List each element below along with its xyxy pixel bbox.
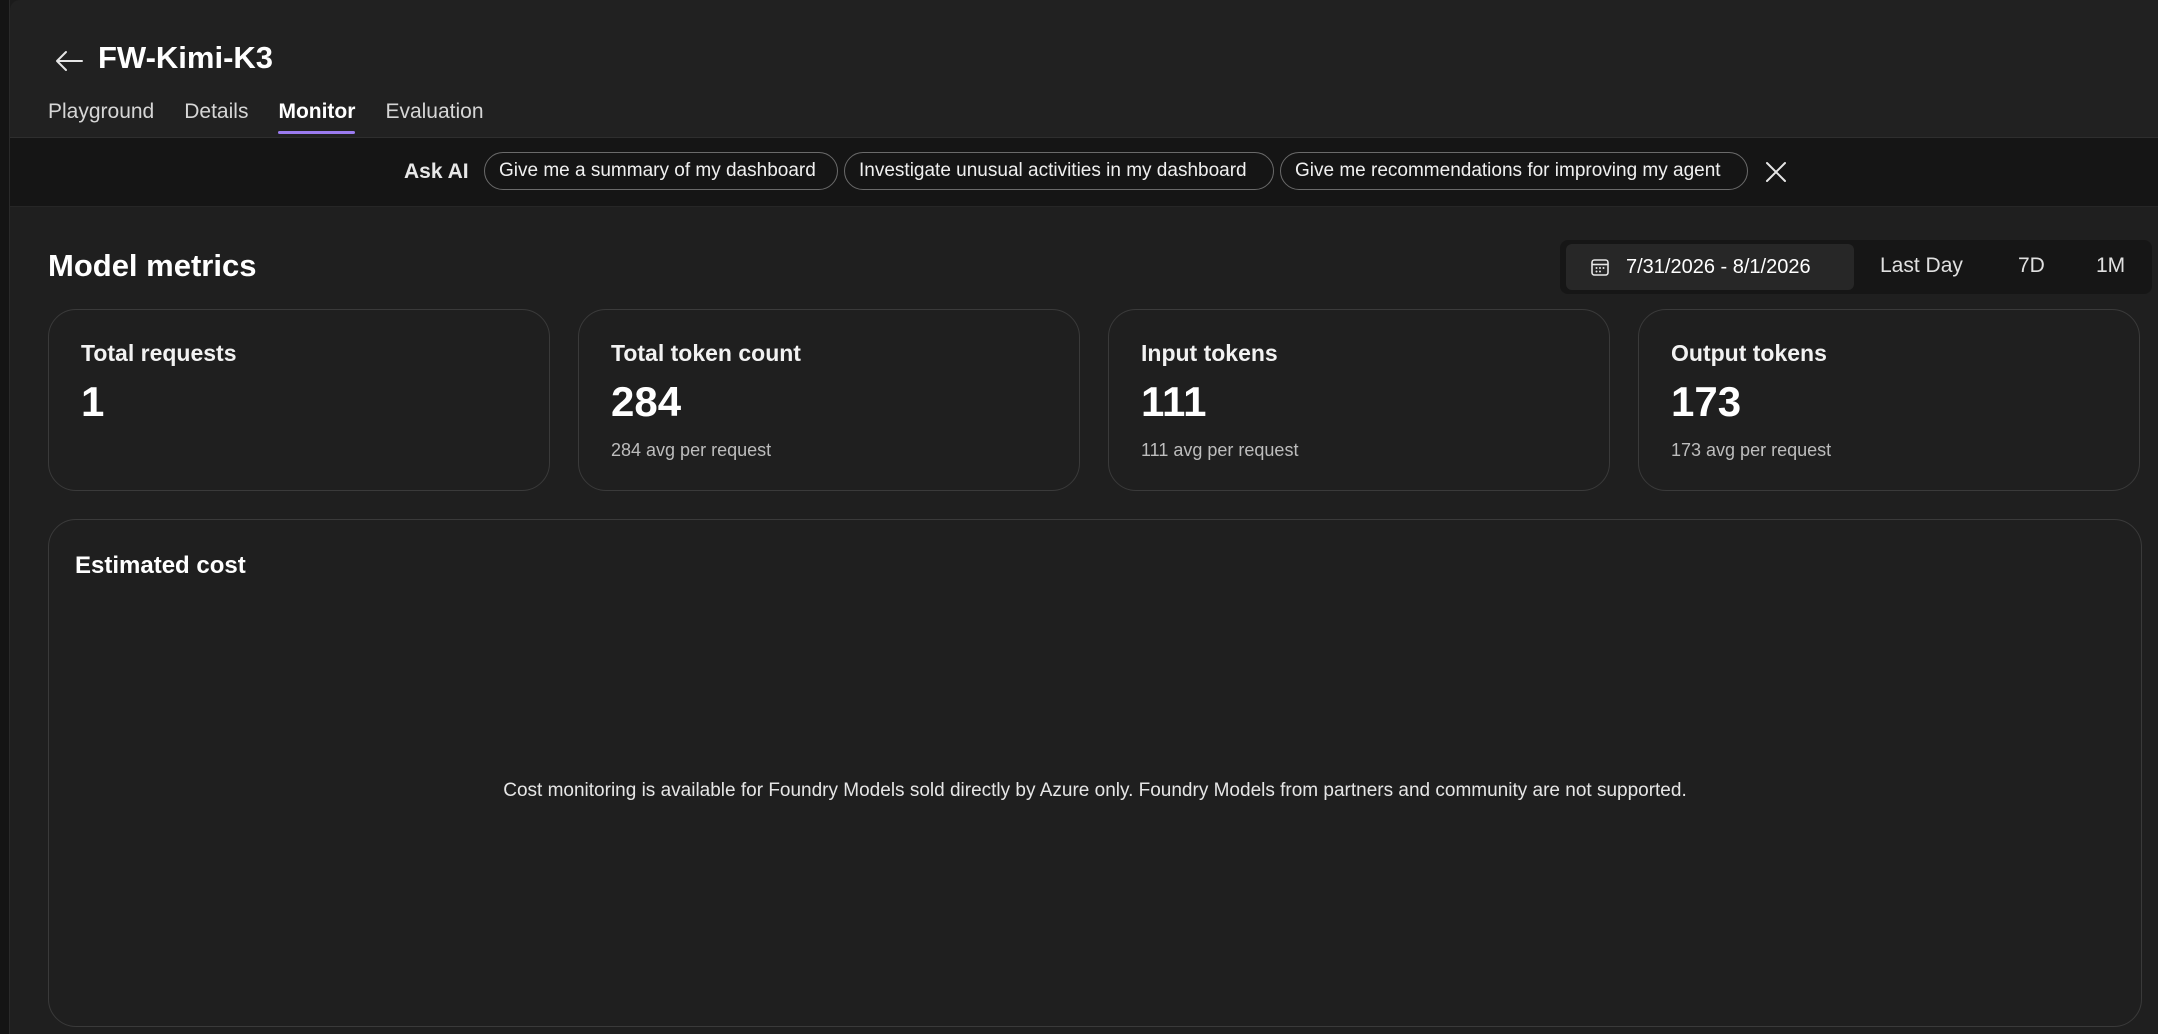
calendar-icon (1588, 255, 1612, 279)
card-label: Output tokens (1671, 340, 1827, 366)
close-ask-ai-button[interactable] (1762, 158, 1790, 186)
card-label: Total requests (81, 340, 237, 366)
card-label: Input tokens (1141, 340, 1278, 366)
estimated-cost-panel: Estimated cost Cost monitoring is availa… (48, 519, 2142, 1027)
date-range-picker[interactable]: 7/31/2026 - 8/1/2026 (1566, 244, 1854, 290)
page-title: FW-Kimi-K3 (98, 40, 274, 75)
card-subtext: 173 avg per request (1671, 440, 1832, 460)
input-tokens-card: Input tokens 111 111 avg per request (1108, 309, 1610, 491)
total-token-count-card: Total token count 284 284 avg per reques… (578, 309, 1080, 491)
page-header: FW-Kimi-K3 Playground Details Monitor Ev… (10, 0, 2158, 138)
range-last-day-button[interactable]: Last Day (1880, 254, 1963, 278)
card-value: 1 (81, 378, 105, 425)
ask-ai-label: Ask AI (404, 160, 469, 183)
suggestion-recommendations-chip[interactable]: Give me recommendations for improving my… (1280, 152, 1748, 190)
tab-monitor[interactable]: Monitor (278, 96, 355, 134)
card-subtext: 284 avg per request (611, 440, 772, 460)
tab-bar: Playground Details Monitor Evaluation (48, 96, 514, 134)
suggestion-investigate-chip[interactable]: Investigate unusual activities in my das… (844, 152, 1274, 190)
card-value: 284 (611, 378, 682, 425)
card-subtext: 111 avg per request (1141, 440, 1299, 460)
ask-ai-bar: Ask AI Give me a summary of my dashboard… (10, 138, 2158, 207)
cost-unsupported-message: Cost monitoring is available for Foundry… (503, 780, 1687, 801)
left-rail (0, 0, 10, 1034)
tab-playground[interactable]: Playground (48, 96, 154, 134)
suggestion-summary-chip[interactable]: Give me a summary of my dashboard (484, 152, 838, 190)
back-button[interactable] (50, 42, 88, 80)
date-range-text: 7/31/2026 - 8/1/2026 (1626, 255, 1811, 278)
card-value: 173 (1671, 378, 1742, 425)
main-content: FW-Kimi-K3 Playground Details Monitor Ev… (10, 0, 2158, 1034)
tab-evaluation[interactable]: Evaluation (385, 96, 483, 134)
range-1m-button[interactable]: 1M (2096, 254, 2125, 278)
tab-details[interactable]: Details (184, 96, 248, 134)
output-tokens-card: Output tokens 173 173 avg per request (1638, 309, 2140, 491)
total-requests-card: Total requests 1 (48, 309, 550, 491)
arrow-left-icon (56, 51, 83, 71)
model-metrics-title: Model metrics (48, 248, 257, 283)
card-value: 111 (1141, 378, 1207, 425)
estimated-cost-title: Estimated cost (75, 552, 246, 579)
app-frame: FW-Kimi-K3 Playground Details Monitor Ev… (0, 0, 2158, 1034)
date-range-bar: 7/31/2026 - 8/1/2026 Last Day 7D 1M (1560, 240, 2152, 294)
close-icon (1766, 162, 1786, 182)
range-7d-button[interactable]: 7D (2018, 254, 2045, 278)
card-label: Total token count (611, 340, 801, 366)
